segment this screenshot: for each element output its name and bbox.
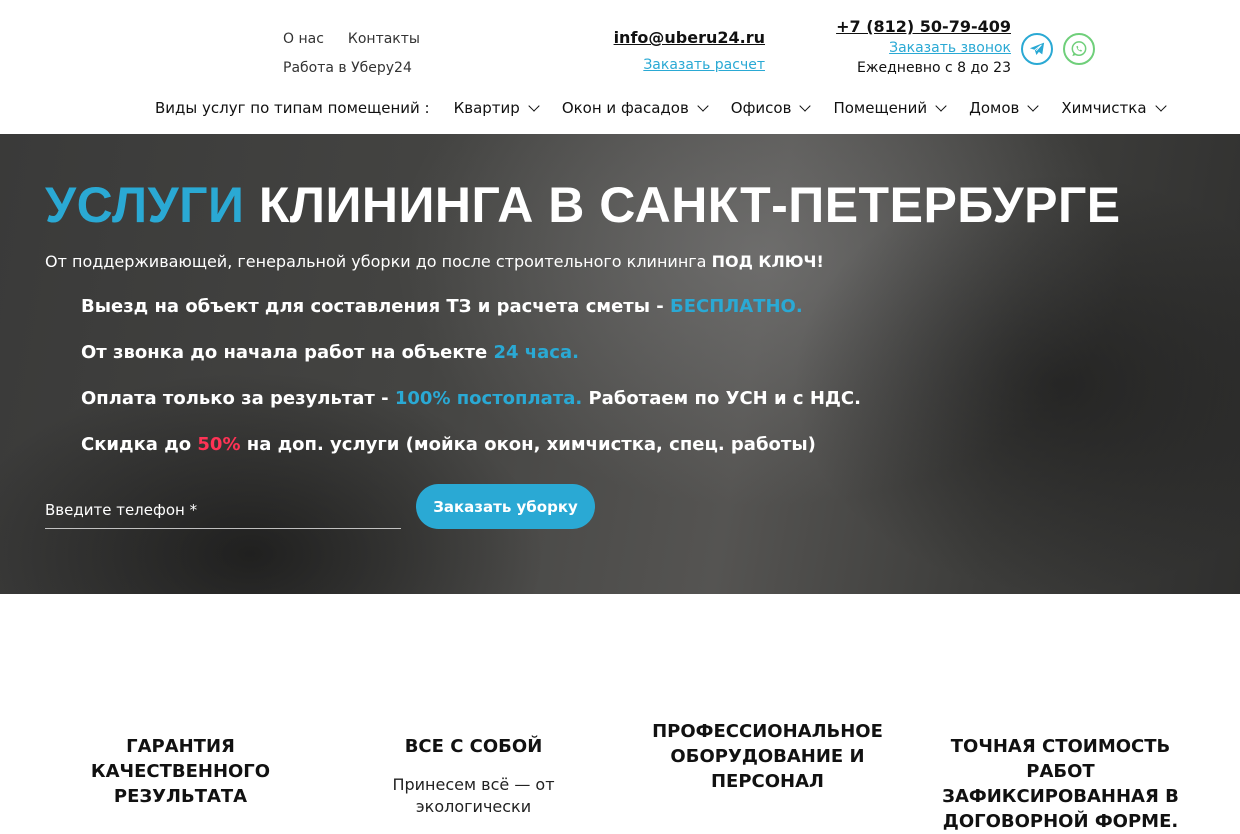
contacts-link[interactable]: Контакты [348, 31, 420, 47]
nav-item-label: Офисов [730, 99, 792, 117]
chevron-down-icon [1027, 99, 1040, 112]
chevron-down-icon [1154, 99, 1167, 112]
benefit-text: Оплата только за результат - [81, 388, 395, 409]
benefit-item: Скидка до 50% на доп. услуги (мойка окон… [81, 432, 861, 478]
feature-title: ТОЧНАЯ СТОИМОСТЬ РАБОТ ЗАФИКСИРОВАННАЯ В… [942, 736, 1179, 832]
benefit-item: От звонка до начала работ на объекте 24 … [81, 340, 861, 386]
hero-banner: УСЛУГИ КЛИНИНГА В САНКТ-ПЕТЕРБУРГЕ От по… [0, 134, 1240, 594]
nav-item-houses[interactable]: Домов [969, 99, 1040, 117]
nav-item-label: Квартир [453, 99, 520, 117]
order-calculation-link[interactable]: Заказать расчет [614, 57, 765, 73]
benefit-text: От звонка до начала работ на объекте [81, 342, 494, 363]
hero-subtitle: От поддерживающей, генеральной уборки до… [45, 252, 824, 271]
email-link[interactable]: info@uberu24.ru [614, 28, 765, 47]
email-block: info@uberu24.ru Заказать расчет [614, 28, 765, 73]
services-nav: Виды услуг по типам помещений : Квартир … [155, 96, 1167, 120]
nav-item-windows-facades[interactable]: Окон и фасадов [561, 99, 709, 117]
work-link[interactable]: Работа в Уберу24 [283, 60, 412, 76]
feature-card: ПРОФЕССИОНАЛЬНОЕ ОБОРУДОВАНИЕ И ПЕРСОНАЛ [630, 719, 905, 794]
telegram-button[interactable] [1021, 33, 1053, 65]
feature-title: ГАРАНТИЯ КАЧЕСТВЕННОГО РЕЗУЛЬТАТА [90, 736, 271, 807]
feature-card: ТОЧНАЯ СТОИМОСТЬ РАБОТ ЗАФИКСИРОВАННАЯ В… [923, 734, 1198, 834]
order-callback-link[interactable]: Заказать звонок [836, 40, 1011, 56]
phone-input[interactable] [45, 491, 401, 529]
feature-title: ВСЕ С СОБОЙ [404, 736, 543, 757]
nav-lead-label: Виды услуг по типам помещений : [155, 99, 430, 117]
chevron-down-icon [697, 99, 709, 112]
about-link[interactable]: О нас [283, 31, 324, 47]
nav-item-offices[interactable]: Офисов [730, 99, 812, 117]
nav-item-label: Окон и фасадов [561, 99, 689, 117]
whatsapp-button[interactable] [1063, 33, 1095, 65]
whatsapp-icon [1071, 41, 1087, 57]
telegram-icon [1029, 42, 1045, 55]
chevron-down-icon [528, 99, 540, 112]
nav-item-apartments[interactable]: Квартир [453, 99, 540, 117]
features-section: ГАРАНТИЯ КАЧЕСТВЕННОГО РЕЗУЛЬТАТА ВСЕ С … [0, 594, 1240, 832]
benefit-item: Выезд на объект для составления ТЗ и рас… [81, 294, 861, 340]
chevron-down-icon [935, 99, 947, 112]
benefit-highlight: 24 часа. [493, 342, 579, 363]
phone-link[interactable]: +7 (812) 50-79-409 [836, 17, 1011, 36]
order-cleaning-button[interactable]: Заказать уборку [416, 484, 595, 529]
hero-subtitle-bold: ПОД КЛЮЧ! [711, 252, 824, 271]
phone-block: +7 (812) 50-79-409 Заказать звонок Ежедн… [836, 17, 1011, 76]
working-hours: Ежедневно с 8 до 23 [857, 60, 1011, 76]
nav-item-dry-cleaning[interactable]: Химчистка [1061, 99, 1167, 117]
feature-text: Принесем всё — от экологически [392, 775, 555, 816]
nav-item-label: Химчистка [1061, 99, 1147, 117]
nav-item-label: Домов [969, 99, 1020, 117]
hero-title: УСЛУГИ КЛИНИНГА В САНКТ-ПЕТЕРБУРГЕ [45, 176, 1121, 234]
benefit-text: Выезд на объект для составления ТЗ и рас… [81, 296, 671, 317]
hero-title-accent: УСЛУГИ [45, 177, 245, 233]
site-header: О нас Контакты Работа в Уберу24 info@ube… [0, 0, 1240, 134]
benefit-item: Оплата только за результат - 100% постоп… [81, 386, 861, 432]
nav-item-label: Помещений [833, 99, 928, 117]
benefits-list: Выезд на объект для составления ТЗ и рас… [81, 294, 861, 478]
benefit-tail: Работаем по УСН и с НДС. [582, 388, 861, 409]
hero-title-rest: КЛИНИНГА В САНКТ-ПЕТЕРБУРГЕ [258, 177, 1121, 233]
feature-card: ВСЕ С СОБОЙ Принесем всё — от экологичес… [336, 734, 611, 818]
chevron-down-icon [799, 99, 812, 112]
benefit-discount: 50% [197, 434, 241, 455]
benefit-text: Скидка до [81, 434, 198, 455]
feature-title: ПРОФЕССИОНАЛЬНОЕ ОБОРУДОВАНИЕ И ПЕРСОНАЛ [652, 721, 883, 792]
feature-card: ГАРАНТИЯ КАЧЕСТВЕННОГО РЕЗУЛЬТАТА [43, 734, 318, 809]
nav-item-premises[interactable]: Помещений [833, 99, 947, 117]
top-links: О нас Контакты Работа в Уберу24 [283, 24, 420, 82]
benefit-highlight: БЕСПЛАТНО. [670, 296, 803, 317]
benefit-tail: на доп. услуги (мойка окон, химчистка, с… [240, 434, 816, 455]
hero-subtitle-text: От поддерживающей, генеральной уборки до… [45, 252, 707, 271]
benefit-highlight: 100% постоплата. [394, 388, 583, 409]
